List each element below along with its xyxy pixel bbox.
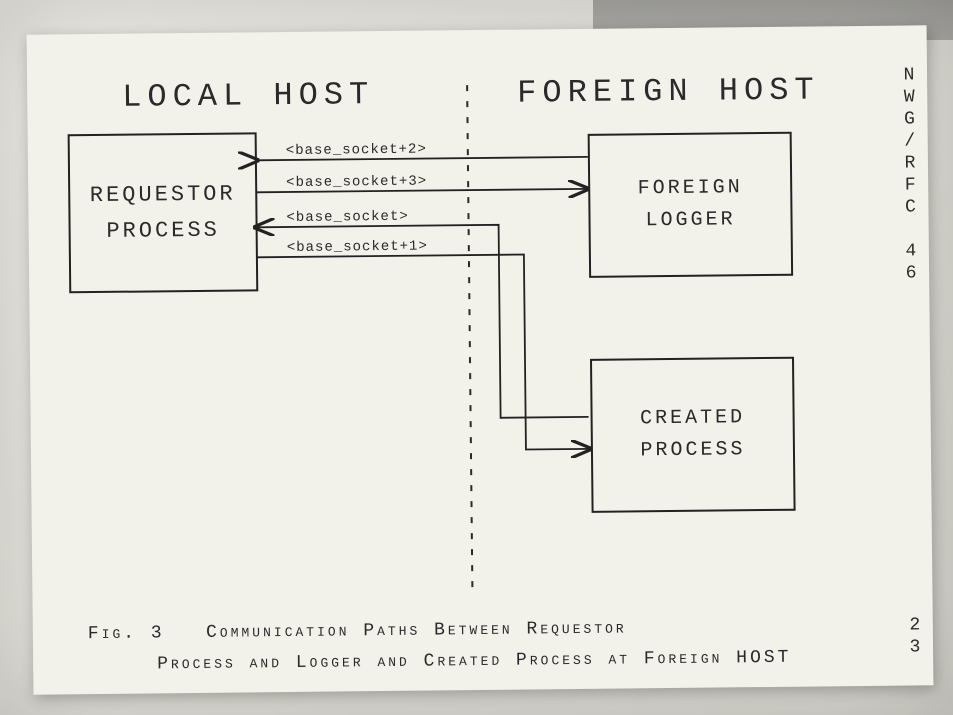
label-c2: <base_socket+3> bbox=[286, 174, 427, 191]
center-divider bbox=[467, 85, 472, 590]
label-c4: <base_socket+1> bbox=[287, 239, 428, 256]
caption-line1: Communication Paths Between Requestor bbox=[206, 618, 627, 642]
diagram-stage: LOCAL HOST FOREIGN HOST NWG/RFC 46 23 RE… bbox=[27, 25, 934, 694]
photo-background: LOCAL HOST FOREIGN HOST NWG/RFC 46 23 RE… bbox=[0, 0, 953, 715]
paper-sheet: LOCAL HOST FOREIGN HOST NWG/RFC 46 23 RE… bbox=[27, 25, 934, 694]
label-c3: <base_socket> bbox=[286, 209, 408, 226]
caption-line2: Process and Logger and Created Process a… bbox=[157, 647, 791, 674]
figure-caption: Fig. 3 Communication Paths Between Reque… bbox=[88, 611, 869, 680]
diagram-svg: <base_socket+2> <base_socket+3> <base_so… bbox=[27, 25, 934, 694]
arrow-c4 bbox=[257, 254, 589, 452]
label-c1: <base_socket+2> bbox=[286, 142, 427, 159]
figure-number: Fig. 3 bbox=[88, 623, 165, 644]
